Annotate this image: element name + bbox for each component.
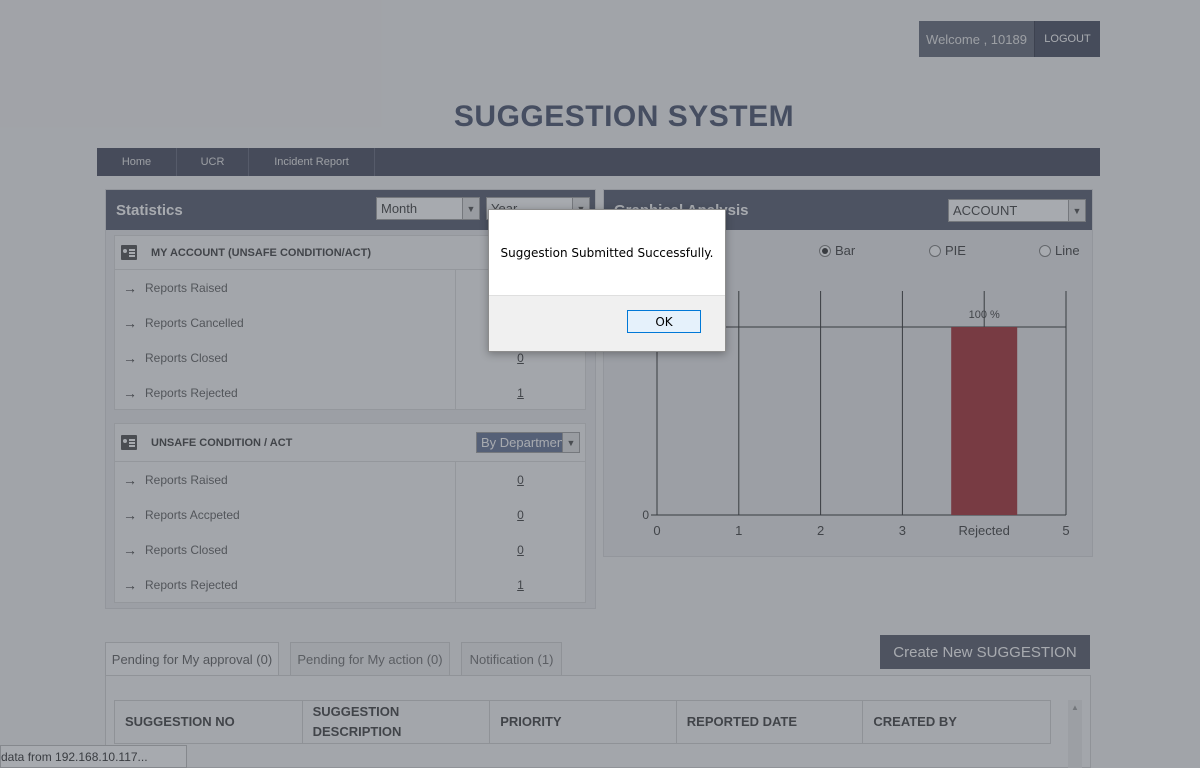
department-select[interactable]: By Departmen ▼	[476, 432, 580, 453]
radio-bar[interactable]: Bar	[819, 243, 855, 258]
y-tick-label: 0	[642, 508, 649, 522]
create-suggestion-button[interactable]: Create New SUGGESTION	[880, 635, 1090, 669]
x-tick-label: 0	[653, 523, 660, 538]
page-title: SUGGESTION SYSTEM	[453, 100, 795, 133]
stat-value-link[interactable]: 0	[455, 462, 585, 497]
arrow-right-icon: →	[123, 314, 137, 331]
statistics-title-text: Statistics	[116, 201, 183, 219]
radio-pie[interactable]: PIE	[929, 243, 966, 258]
data-label: 100 %	[969, 309, 1000, 321]
column-header[interactable]: SUGGESTION NO	[115, 701, 303, 743]
account-select-value: ACCOUNT	[953, 203, 1018, 218]
tab-notification[interactable]: Notification (1)	[461, 642, 562, 675]
list-item: → Reports Raised 0	[115, 462, 585, 497]
alert-dialog: Suggestion Submitted Successfully. OK	[488, 209, 726, 352]
column-header[interactable]: CREATED BY	[863, 701, 1050, 743]
browser-status-bar: data from 192.168.10.117...	[0, 745, 187, 768]
arrow-right-icon: →	[123, 506, 137, 523]
tab-pending-approval[interactable]: Pending for My approval (0)	[105, 642, 279, 675]
radio-line[interactable]: Line	[1039, 243, 1080, 258]
month-select-value: Month	[381, 201, 418, 216]
arrow-right-icon: →	[123, 471, 137, 488]
column-header[interactable]: PRIORITY	[490, 701, 677, 743]
dialog-message: Suggestion Submitted Successfully.	[500, 246, 714, 260]
vertical-scrollbar[interactable]: ▲	[1068, 700, 1082, 768]
my-account-heading-text: MY ACCOUNT (UNSAFE CONDITION/ACT)	[151, 246, 371, 259]
stat-value-link[interactable]: 0	[455, 532, 585, 567]
x-tick-label: 2	[817, 523, 824, 538]
stat-value-link[interactable]: 1	[455, 567, 585, 602]
chevron-down-icon: ▼	[562, 433, 579, 452]
radio-label: Bar	[835, 243, 856, 258]
nav-home[interactable]: Home	[97, 148, 177, 176]
nav-incident-report[interactable]: Incident Report	[249, 148, 375, 176]
unsafe-heading-text: UNSAFE CONDITION / ACT	[151, 436, 293, 449]
stat-label: Reports Cancelled	[145, 315, 244, 330]
column-header[interactable]: SUGGESTION DESCRIPTION	[303, 701, 491, 743]
user-bar: Welcome , 10189 LOGOUT	[919, 21, 1100, 57]
stat-label: Reports Raised	[145, 280, 228, 295]
list-item: → Reports Rejected 1	[115, 375, 585, 410]
id-card-icon	[121, 435, 137, 450]
list-item: → Reports Rejected 1	[115, 567, 585, 602]
stat-label: Reports Rejected	[145, 577, 238, 592]
scroll-up-icon[interactable]: ▲	[1068, 703, 1082, 712]
stat-value-link[interactable]: 1	[455, 375, 585, 410]
account-select[interactable]: ACCOUNT ▼	[948, 199, 1086, 222]
suggestion-table: SUGGESTION NO SUGGESTION DESCRIPTION PRI…	[105, 675, 1091, 768]
arrow-right-icon: →	[123, 384, 137, 401]
arrow-right-icon: →	[123, 576, 137, 593]
arrow-right-icon: →	[123, 279, 137, 296]
stat-label: Reports Closed	[145, 542, 228, 557]
stat-label: Reports Rejected	[145, 385, 238, 400]
radio-unchecked-icon	[1039, 244, 1051, 257]
unsafe-condition-box: UNSAFE CONDITION / ACT By Departmen ▼ → R…	[114, 423, 586, 603]
welcome-text: Welcome , 10189	[919, 21, 1034, 57]
bar	[951, 327, 1018, 515]
department-select-value: By Departmen	[481, 435, 565, 450]
x-tick-label: 1	[735, 523, 742, 538]
dialog-footer: OK	[489, 295, 725, 351]
logout-button[interactable]: LOGOUT	[1034, 21, 1100, 57]
ok-button[interactable]: OK	[627, 310, 701, 333]
x-tick-label: 5	[1062, 523, 1069, 538]
list-item: → Reports Accpeted 0	[115, 497, 585, 532]
month-select[interactable]: Month ▼	[376, 197, 480, 220]
arrow-right-icon: →	[123, 541, 137, 558]
id-card-icon	[121, 245, 137, 260]
x-tick-label: Rejected	[959, 523, 1010, 538]
chevron-down-icon: ▼	[462, 198, 479, 219]
stat-label: Reports Closed	[145, 350, 228, 365]
radio-label: Line	[1055, 243, 1080, 258]
column-header[interactable]: REPORTED DATE	[677, 701, 864, 743]
arrow-right-icon: →	[123, 349, 137, 366]
radio-label: PIE	[945, 243, 966, 258]
stat-value-link[interactable]: 0	[455, 497, 585, 532]
main-nav: Home UCR Incident Report	[97, 148, 1100, 176]
table-header: SUGGESTION NO SUGGESTION DESCRIPTION PRI…	[114, 700, 1051, 744]
radio-unchecked-icon	[929, 244, 941, 257]
x-tick-label: 3	[899, 523, 906, 538]
tab-pending-action[interactable]: Pending for My action (0)	[290, 642, 450, 675]
stat-label: Reports Raised	[145, 472, 228, 487]
radio-checked-icon	[819, 244, 831, 257]
list-item: → Reports Closed 0	[115, 532, 585, 567]
stat-label: Reports Accpeted	[145, 507, 240, 522]
chevron-down-icon: ▼	[1068, 200, 1085, 221]
nav-ucr[interactable]: UCR	[177, 148, 249, 176]
